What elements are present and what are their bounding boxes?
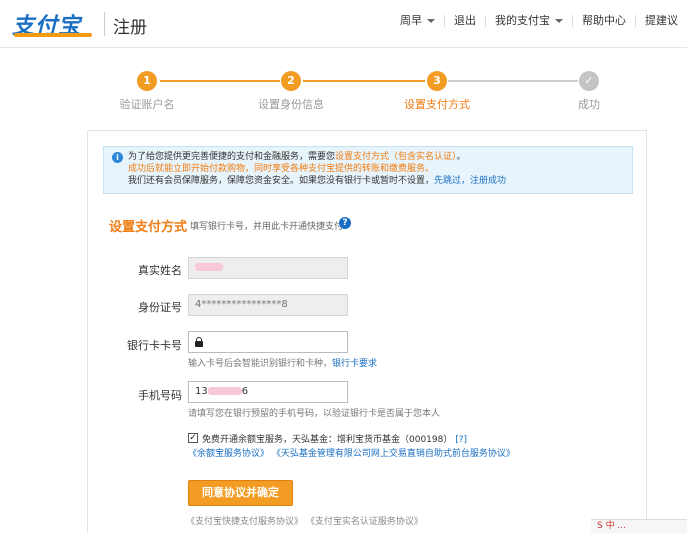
agreement-links: 《余额宝服务协议》 《天弘基金管理有限公司网上交易直销自助式前台服务协议》 — [188, 446, 515, 459]
id-number-field: 4****************8 — [188, 294, 348, 316]
realname-agreement-link[interactable]: 《支付宝实名认证服务协议》 — [306, 517, 423, 527]
step-connector — [448, 80, 578, 82]
lock-icon — [195, 337, 203, 347]
step-connector — [160, 80, 280, 82]
redacted-name — [195, 263, 223, 271]
top-header: 支付宝 注册 周早 退出 我的支付宝 帮助中心 提建议 — [0, 0, 687, 48]
step-1-circle: 1 — [137, 71, 157, 91]
step-2-circle: 2 — [281, 71, 301, 91]
nav-suggest-link[interactable]: 提建议 — [635, 15, 687, 27]
help-icon[interactable]: ? — [339, 217, 351, 229]
hint-text: 输入卡号后会智能识别银行和卡种， — [188, 359, 333, 369]
id-number-label: 身份证号 — [138, 301, 182, 314]
phone-prefix: 13 — [195, 386, 208, 397]
tianhong-agreement-link[interactable]: 《天弘基金管理有限公司网上交易直销自助式前台服务协议》 — [272, 449, 515, 459]
quickpay-agreement-link[interactable]: 《支付宝快捷支付服务协议》 — [186, 517, 303, 527]
phone-hint: 请填写您在银行预留的手机号码，以验证银行卡是否属于您本人 — [188, 409, 441, 419]
nav-help-link[interactable]: 帮助中心 — [572, 15, 635, 27]
real-name-field — [188, 257, 348, 279]
notice-text: 。 — [456, 152, 466, 162]
info-icon: i — [112, 152, 123, 163]
chevron-down-icon — [555, 19, 563, 23]
logo-swoosh — [14, 33, 92, 37]
notice-text: 我们还有会员保障服务，保障您资金安全。如果您没有银行卡或暂时不设置， — [128, 176, 435, 186]
phone-input[interactable]: 13 6 — [188, 381, 348, 403]
bank-card-label: 银行卡卡号 — [127, 339, 182, 352]
top-nav: 周早 退出 我的支付宝 帮助中心 提建议 — [391, 15, 687, 27]
redacted-phone — [207, 387, 242, 395]
step-3-label: 设置支付方式 — [404, 98, 470, 111]
step-success-check-icon: ✓ — [579, 71, 599, 91]
yuebao-agreement-link[interactable]: 《余额宝服务协议》 — [188, 449, 269, 459]
phone-suffix: 6 — [241, 386, 249, 397]
payment-setup-card: i 为了给您提供更完善便捷的支付和金融服务，需要您设置支付方式（包含实名认证）。… — [87, 130, 647, 533]
step-4-label: 成功 — [578, 98, 600, 111]
step-3-circle: 3 — [427, 71, 447, 91]
yuebao-check-label: 免费开通余额宝服务，天弘基金：增利宝货币基金（000198） [?] — [202, 432, 467, 445]
notice-line-1: 为了给您提供更完善便捷的支付和金融服务，需要您设置支付方式（包含实名认证）。 — [128, 151, 626, 163]
ime-toolbar[interactable]: S 中 ... — [591, 519, 687, 533]
bottom-agreement-links: 《支付宝快捷支付服务协议》 《支付宝实名认证服务协议》 — [186, 514, 423, 527]
bank-card-hint: 输入卡号后会智能识别银行和卡种，银行卡要求 — [188, 356, 377, 369]
nav-user-menu[interactable]: 周早 — [391, 15, 444, 27]
yuebao-help-link[interactable]: [?] — [455, 435, 467, 445]
step-1-label: 验证账户名 — [119, 98, 175, 111]
nav-my-alipay-label: 我的支付宝 — [495, 14, 550, 27]
card-requirements-link[interactable]: 银行卡要求 — [332, 359, 377, 369]
step-connector — [303, 80, 425, 82]
nav-logout-link[interactable]: 退出 — [444, 15, 485, 27]
nav-user-label: 周早 — [400, 14, 422, 27]
notice-line-3: 我们还有会员保障服务，保障您资金安全。如果您没有银行卡或暂时不设置，先跳过，注册… — [128, 175, 626, 187]
notice-text: 为了给您提供更完善便捷的支付和金融服务，需要您 — [128, 152, 336, 162]
section-title: 设置支付方式 — [109, 220, 188, 235]
step-2-label: 设置身份信息 — [258, 98, 324, 111]
yuebao-text: 免费开通余额宝服务，天弘基金：增利宝货币基金（000198） — [202, 435, 453, 445]
notice-line-2: 成功后就能立即开始付款购物，同时享受各种支付宝提供的转账和缴费服务。 — [128, 164, 435, 174]
section-subtitle: 填写银行卡号，并用此卡开通快捷支付 — [190, 222, 344, 232]
agree-submit-button[interactable]: 同意协议并确定 — [188, 480, 293, 506]
bank-card-input[interactable] — [188, 331, 348, 353]
logo-divider — [104, 12, 105, 36]
page-title: 注册 — [113, 18, 147, 38]
notice-highlight: 设置支付方式（包含实名认证） — [335, 152, 457, 162]
chevron-down-icon — [427, 19, 435, 23]
real-name-label: 真实姓名 — [138, 264, 182, 277]
info-notice: i 为了给您提供更完善便捷的支付和金融服务，需要您设置支付方式（包含实名认证）。… — [103, 146, 633, 194]
phone-label: 手机号码 — [138, 389, 182, 402]
skip-register-link[interactable]: 先跳过，注册成功 — [434, 176, 506, 186]
yuebao-checkbox[interactable]: ✓ — [188, 433, 198, 443]
progress-steps: 1 2 3 ✓ 验证账户名 设置身份信息 设置支付方式 成功 — [0, 68, 687, 112]
nav-my-alipay-menu[interactable]: 我的支付宝 — [485, 15, 572, 27]
